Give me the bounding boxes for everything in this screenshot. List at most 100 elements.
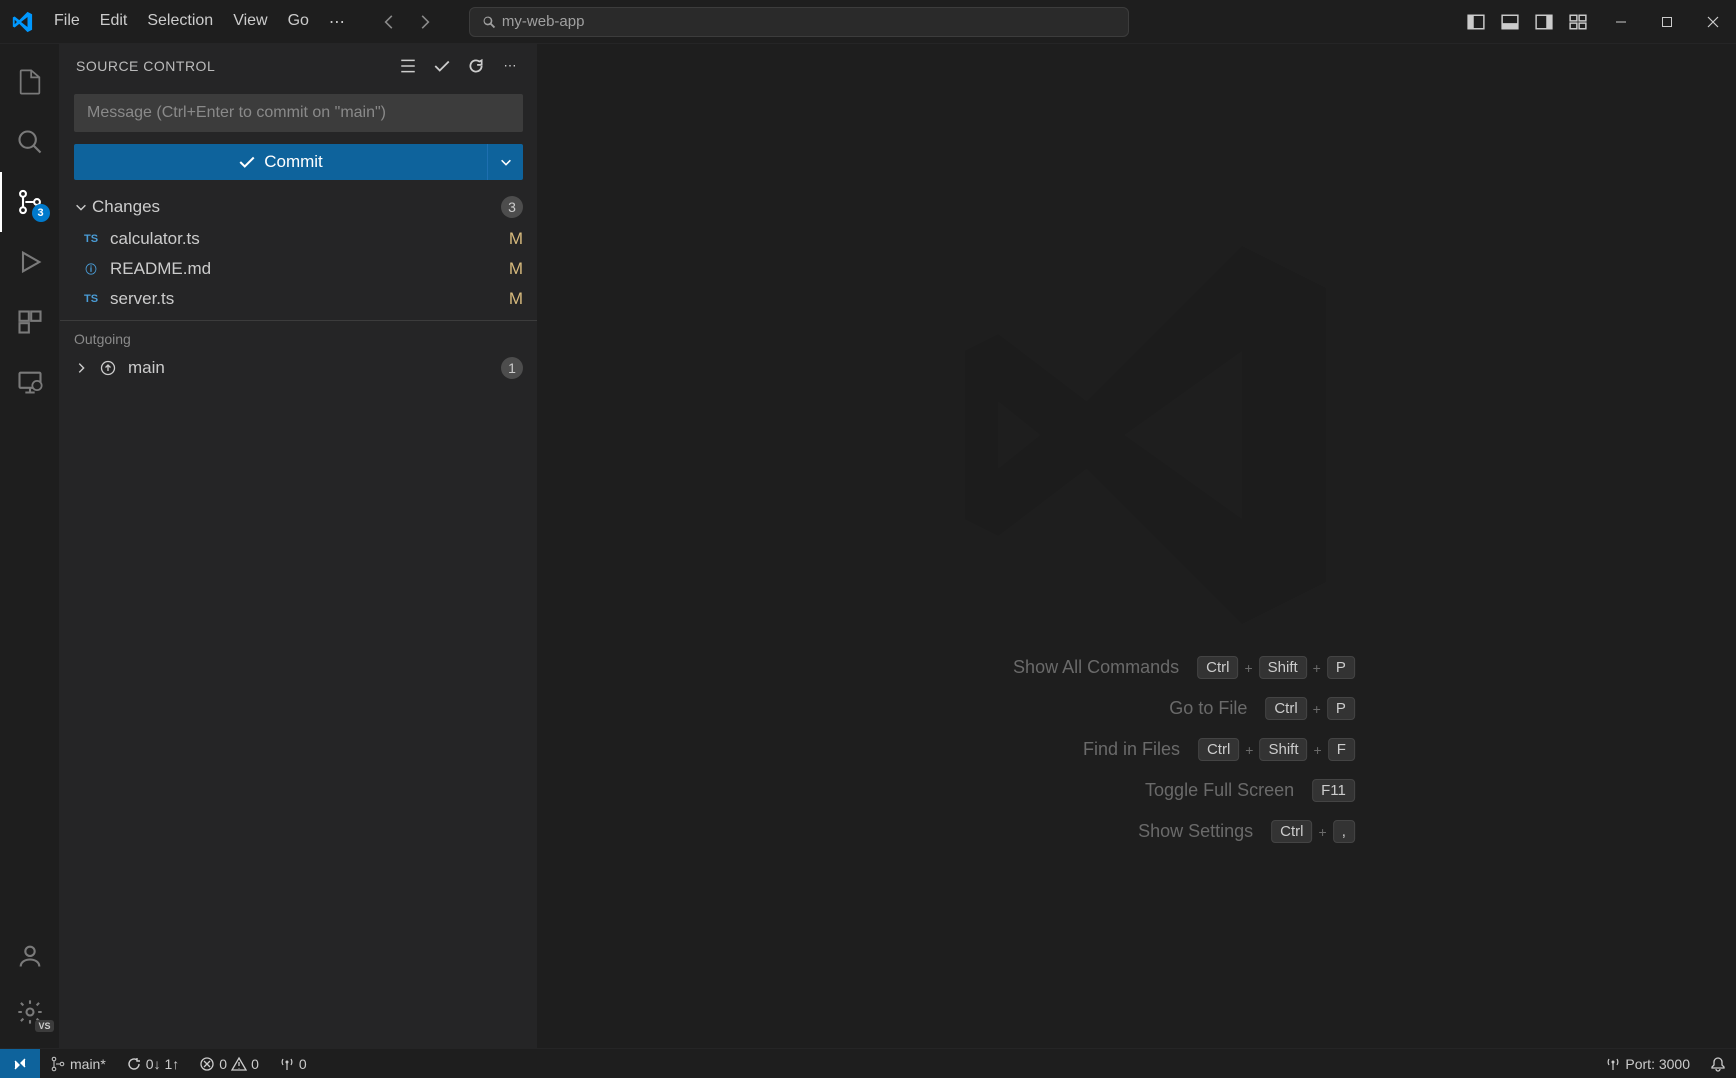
activity-remote-explorer-icon[interactable] (0, 352, 60, 412)
shortcut-label: Show Settings (993, 821, 1253, 842)
status-sync-label: 0↓ 1↑ (146, 1056, 179, 1072)
shortcut-label: Go to File (987, 698, 1247, 719)
plus-separator: + (1313, 660, 1321, 676)
keyboard-key: F11 (1312, 779, 1355, 802)
warning-icon (231, 1056, 247, 1072)
changes-label: Changes (92, 197, 160, 217)
file-status-badge: M (509, 229, 523, 249)
activity-explorer-icon[interactable] (0, 52, 60, 112)
file-status-badge: M (509, 259, 523, 279)
activity-source-control-icon[interactable]: 3 (0, 172, 60, 232)
shortcut-label: Show All Commands (919, 657, 1179, 678)
shortcut-row: Find in FilesCtrl+Shift+F (919, 738, 1355, 761)
command-center-text: my-web-app (502, 13, 585, 30)
view-as-tree-icon[interactable] (397, 55, 419, 77)
commit-action-icon[interactable] (431, 55, 453, 77)
maximize-icon[interactable] (1644, 0, 1690, 44)
scm-badge: 3 (32, 204, 50, 222)
commit-button-row: Commit (74, 144, 523, 180)
commit-message-input[interactable] (74, 94, 523, 132)
branch-icon (50, 1056, 66, 1072)
menu-go[interactable]: Go (278, 6, 319, 38)
radio-tower-icon (1605, 1056, 1621, 1072)
shortcut-label: Toggle Full Screen (1034, 780, 1294, 801)
status-warnings-count: 0 (251, 1056, 259, 1072)
status-bar: main* 0↓ 1↑ 0 0 0 Port: 3000 (0, 1048, 1736, 1078)
activity-extensions-icon[interactable] (0, 292, 60, 352)
status-branch-label: main* (70, 1056, 106, 1072)
changes-section-header[interactable]: Changes 3 (60, 190, 537, 224)
error-icon (199, 1056, 215, 1072)
menu-view[interactable]: View (223, 6, 277, 38)
nav-forward-icon[interactable] (411, 8, 439, 36)
keyboard-key: Shift (1259, 656, 1307, 679)
activity-bar: 3 VS (0, 44, 60, 1048)
keyboard-key: P (1327, 656, 1355, 679)
activity-search-icon[interactable] (0, 112, 60, 172)
shortcut-row: Go to File Ctrl+P (919, 697, 1355, 720)
menu-more-icon[interactable]: ⋯ (319, 6, 355, 38)
file-name: README.md (110, 259, 211, 279)
close-icon[interactable] (1690, 0, 1736, 44)
shortcut-keys: F11 (1312, 779, 1355, 802)
shortcut-row: Show All Commands Ctrl + Shift + P (919, 656, 1355, 679)
sidebar-header: SOURCE CONTROL ⋯ (60, 44, 537, 88)
changed-file-row[interactable]: TS calculator.ts M (60, 224, 537, 254)
window-controls (1598, 0, 1736, 44)
changes-count-badge: 3 (501, 196, 523, 218)
menu-bar: File Edit Selection View Go ⋯ (44, 6, 355, 38)
shortcut-label: Find in Files (920, 739, 1180, 760)
source-control-sidebar: SOURCE CONTROL ⋯ Commit Changes 3 (60, 44, 538, 1048)
keyboard-key: , (1333, 820, 1355, 843)
commit-button-label: Commit (264, 152, 323, 172)
minimize-icon[interactable] (1598, 0, 1644, 44)
status-problems[interactable]: 0 0 (189, 1049, 269, 1078)
activity-accounts-icon[interactable] (0, 928, 60, 984)
plus-separator: + (1319, 824, 1327, 840)
status-port-label: Port: 3000 (1625, 1056, 1690, 1072)
shortcut-keys: Ctrl+P (1265, 697, 1355, 720)
file-type-icon: ⓘ (80, 258, 102, 280)
changed-file-row[interactable]: ⓘ README.md M (60, 254, 537, 284)
status-ports[interactable]: 0 (269, 1049, 317, 1078)
status-sync[interactable]: 0↓ 1↑ (116, 1049, 189, 1078)
menu-edit[interactable]: Edit (90, 6, 138, 38)
shortcut-row: Toggle Full Screen F11 (919, 779, 1355, 802)
remote-indicator[interactable] (0, 1049, 40, 1078)
commit-dropdown-button[interactable] (487, 144, 523, 180)
file-name: calculator.ts (110, 229, 200, 249)
plus-separator: + (1245, 742, 1253, 758)
status-errors-count: 0 (219, 1056, 227, 1072)
status-branch[interactable]: main* (40, 1049, 116, 1078)
toggle-primary-sidebar-icon[interactable] (1462, 8, 1490, 36)
activity-settings-icon[interactable]: VS (0, 984, 60, 1040)
outgoing-branch-row[interactable]: main 1 (60, 351, 537, 385)
status-forwarded-port[interactable]: Port: 3000 (1595, 1049, 1700, 1078)
profile-badge: VS (35, 1020, 53, 1032)
commit-button[interactable]: Commit (74, 144, 487, 180)
nav-buttons (375, 8, 439, 36)
keyboard-key: P (1327, 697, 1355, 720)
nav-back-icon[interactable] (375, 8, 403, 36)
menu-selection[interactable]: Selection (137, 6, 223, 38)
outgoing-label: Outgoing (60, 320, 537, 351)
shortcut-keys: Ctrl+, (1271, 820, 1355, 843)
refresh-icon[interactable] (465, 55, 487, 77)
check-icon (238, 153, 256, 171)
plus-separator: + (1314, 742, 1322, 758)
keyboard-key: Ctrl (1265, 697, 1306, 720)
more-actions-icon[interactable]: ⋯ (499, 55, 521, 77)
keyboard-key: Shift (1259, 738, 1307, 761)
menu-file[interactable]: File (44, 6, 90, 38)
command-center[interactable]: my-web-app (469, 7, 1129, 37)
remote-icon (12, 1056, 28, 1072)
toggle-panel-icon[interactable] (1496, 8, 1524, 36)
changed-file-row[interactable]: TS server.ts M (60, 284, 537, 314)
activity-run-debug-icon[interactable] (0, 232, 60, 292)
toggle-secondary-sidebar-icon[interactable] (1530, 8, 1558, 36)
keyboard-key: Ctrl (1197, 656, 1238, 679)
status-notifications[interactable] (1700, 1049, 1736, 1078)
sync-icon (126, 1056, 142, 1072)
customize-layout-icon[interactable] (1564, 8, 1592, 36)
plus-separator: + (1244, 660, 1252, 676)
